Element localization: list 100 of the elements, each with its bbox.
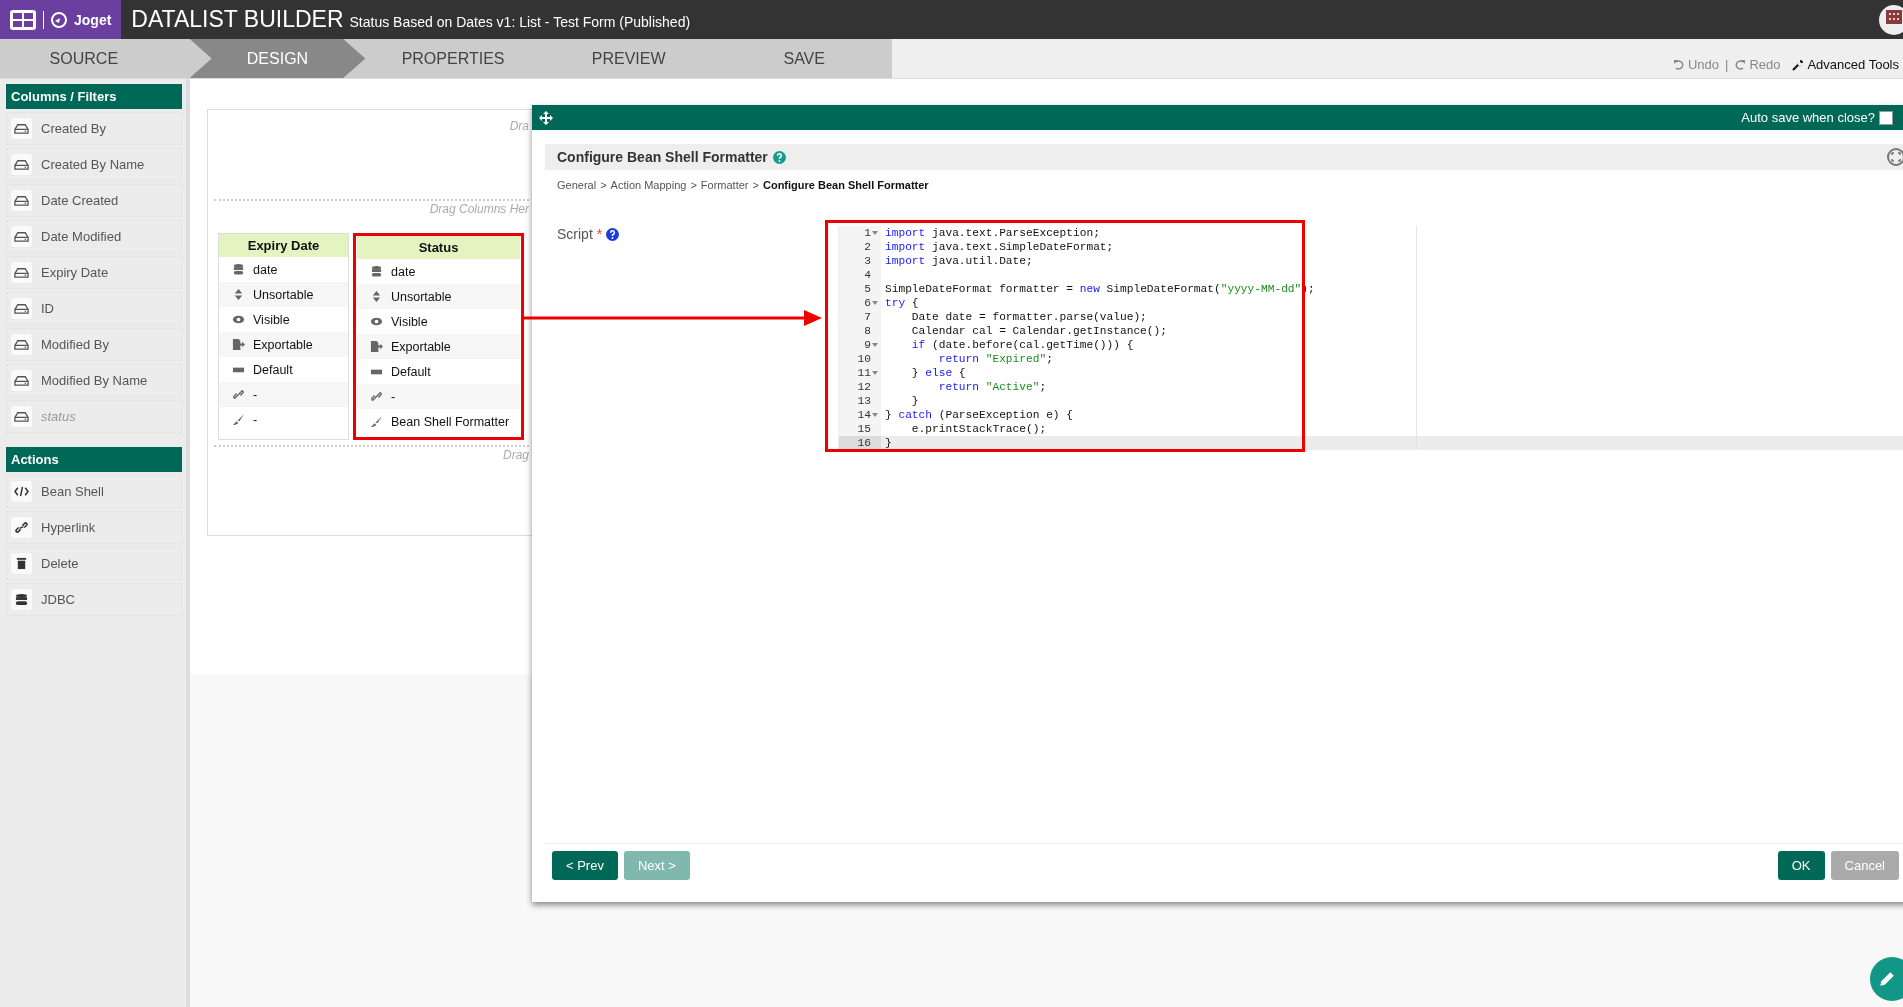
dialog-title: Configure Bean Shell Formatter	[557, 149, 768, 165]
move-icon[interactable]	[539, 110, 553, 125]
sort-setting[interactable]: Unsortable	[357, 284, 520, 309]
sort-setting[interactable]: Unsortable	[219, 282, 348, 307]
drop-hint: Dra	[509, 119, 529, 133]
advanced-tools-button[interactable]: Advanced Tools	[1792, 57, 1899, 72]
sort-icon	[232, 288, 245, 301]
grid-icon[interactable]	[10, 9, 36, 30]
breadcrumb-item[interactable]: General	[557, 179, 597, 191]
link-icon	[14, 521, 29, 534]
auto-save-checkbox[interactable]	[1879, 110, 1893, 125]
logo-text: Joget	[74, 11, 112, 28]
drive-icon	[14, 374, 29, 387]
wizard-button[interactable]: < Prev	[552, 851, 618, 880]
breadcrumb-item[interactable]: Action Mapping	[610, 179, 687, 191]
breadcrumb-item: >	[600, 179, 607, 191]
code-line: }	[884, 436, 892, 450]
line-number: 2	[864, 240, 871, 254]
help-icon[interactable]	[606, 228, 620, 241]
line-number: 8	[864, 324, 871, 338]
palette-item[interactable]: Delete	[6, 547, 182, 580]
code-icon	[14, 485, 29, 498]
fold-icon[interactable]	[872, 342, 878, 348]
palette-item[interactable]: Hyperlink	[6, 511, 182, 544]
visibility-setting[interactable]: Visible	[357, 309, 520, 334]
fold-icon[interactable]	[872, 370, 878, 376]
code-editor[interactable]	[838, 226, 1903, 450]
builder-subtitle: Status Based on Dates v1: List - Test Form (Published)	[349, 14, 691, 30]
column-title: Status	[357, 236, 520, 259]
eye-icon	[232, 313, 245, 326]
section-header: Columns / Filters	[6, 84, 182, 109]
line-number: 12	[857, 380, 871, 394]
palette-item[interactable]: Date Modified	[6, 220, 182, 253]
code-line: if (date.before(cal.getTime())) {	[910, 338, 1134, 352]
export-setting[interactable]: Exportable	[219, 332, 348, 357]
line-number: 14	[857, 408, 871, 422]
drive-icon	[14, 230, 29, 243]
code-line: Calendar cal = Calendar.getInstance();	[910, 324, 1167, 338]
palette-item[interactable]: ID	[6, 292, 182, 325]
fullscreen-icon[interactable]	[1887, 148, 1903, 166]
avatar-icon[interactable]	[1879, 4, 1903, 35]
column-name[interactable]: date	[357, 259, 520, 284]
link-setting[interactable]: -	[219, 382, 348, 407]
palette-item[interactable]: Expiry Date	[6, 256, 182, 289]
sort-icon	[370, 290, 383, 303]
builder-tab[interactable]: DESIGN	[189, 39, 366, 78]
palette-item[interactable]: Created By Name	[6, 148, 182, 181]
ok-button[interactable]: OK	[1777, 851, 1825, 880]
line-number: 4	[864, 268, 871, 282]
palette-item[interactable]: Created By	[6, 112, 182, 145]
link-icon	[370, 390, 383, 403]
line-number: 13	[857, 394, 871, 408]
code-line: e.printStackTrace();	[910, 422, 1047, 436]
palette-item[interactable]: Bean Shell	[6, 475, 182, 508]
width-setting[interactable]: Default	[219, 357, 348, 382]
brush-icon	[370, 415, 383, 428]
palette-item[interactable]: Modified By Name	[6, 364, 182, 397]
swirl-icon	[51, 11, 67, 28]
width-setting[interactable]: Default	[357, 359, 520, 384]
fold-icon[interactable]	[872, 230, 878, 236]
column-card[interactable]: Expiry Date date Unsortable Visible Exportable Default - -	[218, 233, 349, 440]
redo-icon	[1734, 58, 1747, 71]
formatter-setting[interactable]: -	[219, 407, 348, 432]
trash-icon	[14, 557, 29, 570]
palette-item[interactable]: Modified By	[6, 328, 182, 361]
formatter-setting[interactable]: Bean Shell Formatter	[357, 409, 520, 434]
help-icon[interactable]	[772, 150, 786, 164]
required-mark: *	[596, 226, 603, 242]
drive-icon	[14, 338, 29, 351]
palette-item[interactable]: JDBC	[6, 583, 182, 616]
export-setting[interactable]: Exportable	[357, 334, 520, 359]
link-setting[interactable]: -	[357, 384, 520, 409]
palette-item[interactable]: Date Created	[6, 184, 182, 217]
visibility-setting[interactable]: Visible	[219, 307, 348, 332]
column-card[interactable]: Status date Unsortable Visible Exportable Default - Bean Shell Formatter	[353, 233, 524, 440]
code-line: import java.text.SimpleDateFormat;	[884, 240, 1114, 254]
column-title: Expiry Date	[219, 234, 348, 257]
builder-title: DATALIST BUILDER	[131, 6, 344, 33]
drive-icon	[14, 302, 29, 315]
field-label: Script	[557, 226, 593, 242]
line-number: 6	[864, 296, 871, 310]
edit-button[interactable]	[1870, 957, 1903, 1001]
fold-icon[interactable]	[872, 412, 878, 418]
export-icon	[370, 340, 383, 353]
drive-icon	[14, 122, 29, 135]
drop-hint: Drag Columns Her	[429, 202, 529, 216]
line-number: 10	[857, 352, 871, 366]
code-line: return "Active";	[937, 380, 1047, 394]
dialog-header[interactable]: Auto save when close?	[532, 105, 1903, 130]
toolbar-separator: |	[1725, 57, 1729, 72]
brush-icon	[232, 413, 245, 426]
breadcrumb-item: Configure Bean Shell Formatter	[762, 179, 929, 191]
drive-icon	[14, 158, 29, 171]
fold-icon[interactable]	[872, 300, 878, 306]
code-line: Date date = formatter.parse(value);	[910, 310, 1147, 324]
breadcrumb-item[interactable]: Formatter	[700, 179, 749, 191]
drive-icon	[14, 194, 29, 207]
column-name[interactable]: date	[219, 257, 348, 282]
line-number: 11	[857, 366, 871, 380]
drive-icon	[14, 266, 29, 279]
